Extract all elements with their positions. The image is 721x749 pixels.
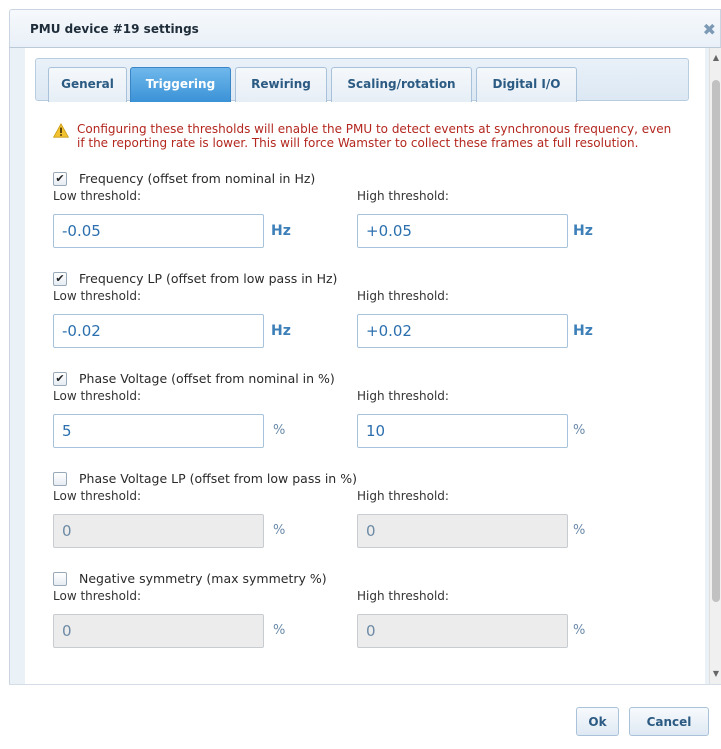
frequency-lp-group: Frequency LP (offset from low pass in Hz…	[53, 271, 693, 372]
frequency-high-unit: Hz	[573, 223, 593, 239]
ok-button[interactable]: Ok	[576, 707, 619, 736]
phase-voltage-high-input[interactable]	[357, 414, 568, 448]
dialog-footer: Ok Cancel	[9, 684, 721, 749]
tab-triggering[interactable]: Triggering	[130, 67, 231, 102]
scrollbar-thumb[interactable]	[712, 80, 720, 602]
phase-voltage-low-unit: %	[273, 423, 286, 438]
negative-symmetry-high-unit: %	[573, 623, 586, 638]
negative-symmetry-high-input[interactable]	[357, 614, 568, 648]
phase-voltage-lp-high-unit: %	[573, 523, 586, 538]
high-threshold-label: High threshold:	[357, 489, 449, 503]
high-threshold-label: High threshold:	[357, 589, 449, 603]
frequency-lp-high-unit: Hz	[573, 323, 593, 339]
high-threshold-label: High threshold:	[357, 189, 449, 203]
negative-symmetry-low-unit: %	[273, 623, 286, 638]
close-icon[interactable]: ✖	[703, 20, 716, 39]
tab-rewiring[interactable]: Rewiring	[235, 67, 327, 102]
low-threshold-label: Low threshold:	[53, 489, 142, 503]
dialog-body: General Triggering Rewiring Scaling/rota…	[9, 48, 721, 684]
scroll-up-arrow-icon[interactable]: ▲	[710, 52, 721, 64]
tab-general[interactable]: General	[48, 67, 127, 102]
frequency-low-unit: Hz	[271, 223, 291, 239]
negative-symmetry-label: Negative symmetry (max symmetry %)	[79, 571, 327, 586]
frequency-lp-checkbox[interactable]	[53, 272, 67, 286]
high-threshold-label: High threshold:	[357, 289, 449, 303]
low-threshold-label: Low threshold:	[53, 589, 142, 603]
negative-symmetry-low-input[interactable]	[53, 614, 264, 648]
frequency-lp-label: Frequency LP (offset from low pass in Hz…	[79, 271, 338, 286]
negative-symmetry-checkbox[interactable]	[53, 572, 67, 586]
frequency-lp-low-unit: Hz	[271, 323, 291, 339]
frequency-high-input[interactable]	[357, 214, 568, 248]
phase-voltage-lp-checkbox[interactable]	[53, 472, 67, 486]
low-threshold-label: Low threshold:	[53, 189, 142, 203]
tab-scaling-rotation[interactable]: Scaling/rotation	[331, 67, 472, 102]
frequency-lp-high-input[interactable]	[357, 314, 568, 348]
low-threshold-label: Low threshold:	[53, 289, 142, 303]
frequency-low-input[interactable]	[53, 214, 264, 248]
phase-voltage-label: Phase Voltage (offset from nominal in %)	[79, 371, 335, 386]
phase-voltage-low-input[interactable]	[53, 414, 264, 448]
vertical-scrollbar[interactable]: ▲ ▼	[709, 48, 721, 684]
phase-voltage-group: Phase Voltage (offset from nominal in %)…	[53, 371, 693, 472]
frequency-label: Frequency (offset from nominal in Hz)	[79, 171, 316, 186]
high-threshold-label: High threshold:	[357, 389, 449, 403]
warning-text: Configuring these thresholds will enable…	[77, 122, 672, 150]
dialog-title: PMU device #19 settings	[30, 22, 199, 36]
frequency-group: Frequency (offset from nominal in Hz) Lo…	[53, 171, 693, 272]
phase-voltage-checkbox[interactable]	[53, 372, 67, 386]
frequency-lp-low-input[interactable]	[53, 314, 264, 348]
tab-digital-io[interactable]: Digital I/O	[476, 67, 577, 102]
phase-voltage-lp-label: Phase Voltage LP (offset from low pass i…	[79, 471, 357, 486]
warning-triangle-icon	[53, 123, 69, 138]
tab-strip: General Triggering Rewiring Scaling/rota…	[35, 58, 689, 102]
phase-voltage-lp-low-unit: %	[273, 523, 286, 538]
frequency-checkbox[interactable]	[53, 172, 67, 186]
dialog-titlebar: PMU device #19 settings ✖	[9, 9, 721, 48]
phase-voltage-high-unit: %	[573, 423, 586, 438]
phase-voltage-lp-low-input[interactable]	[53, 514, 264, 548]
scroll-down-arrow-icon[interactable]: ▼	[710, 668, 721, 680]
negative-symmetry-group: Negative symmetry (max symmetry %) Low t…	[53, 571, 693, 672]
settings-panel: General Triggering Rewiring Scaling/rota…	[25, 48, 705, 684]
cancel-button[interactable]: Cancel	[629, 707, 709, 736]
phase-voltage-lp-group: Phase Voltage LP (offset from low pass i…	[53, 471, 693, 572]
phase-voltage-lp-high-input[interactable]	[357, 514, 568, 548]
low-threshold-label: Low threshold:	[53, 389, 142, 403]
